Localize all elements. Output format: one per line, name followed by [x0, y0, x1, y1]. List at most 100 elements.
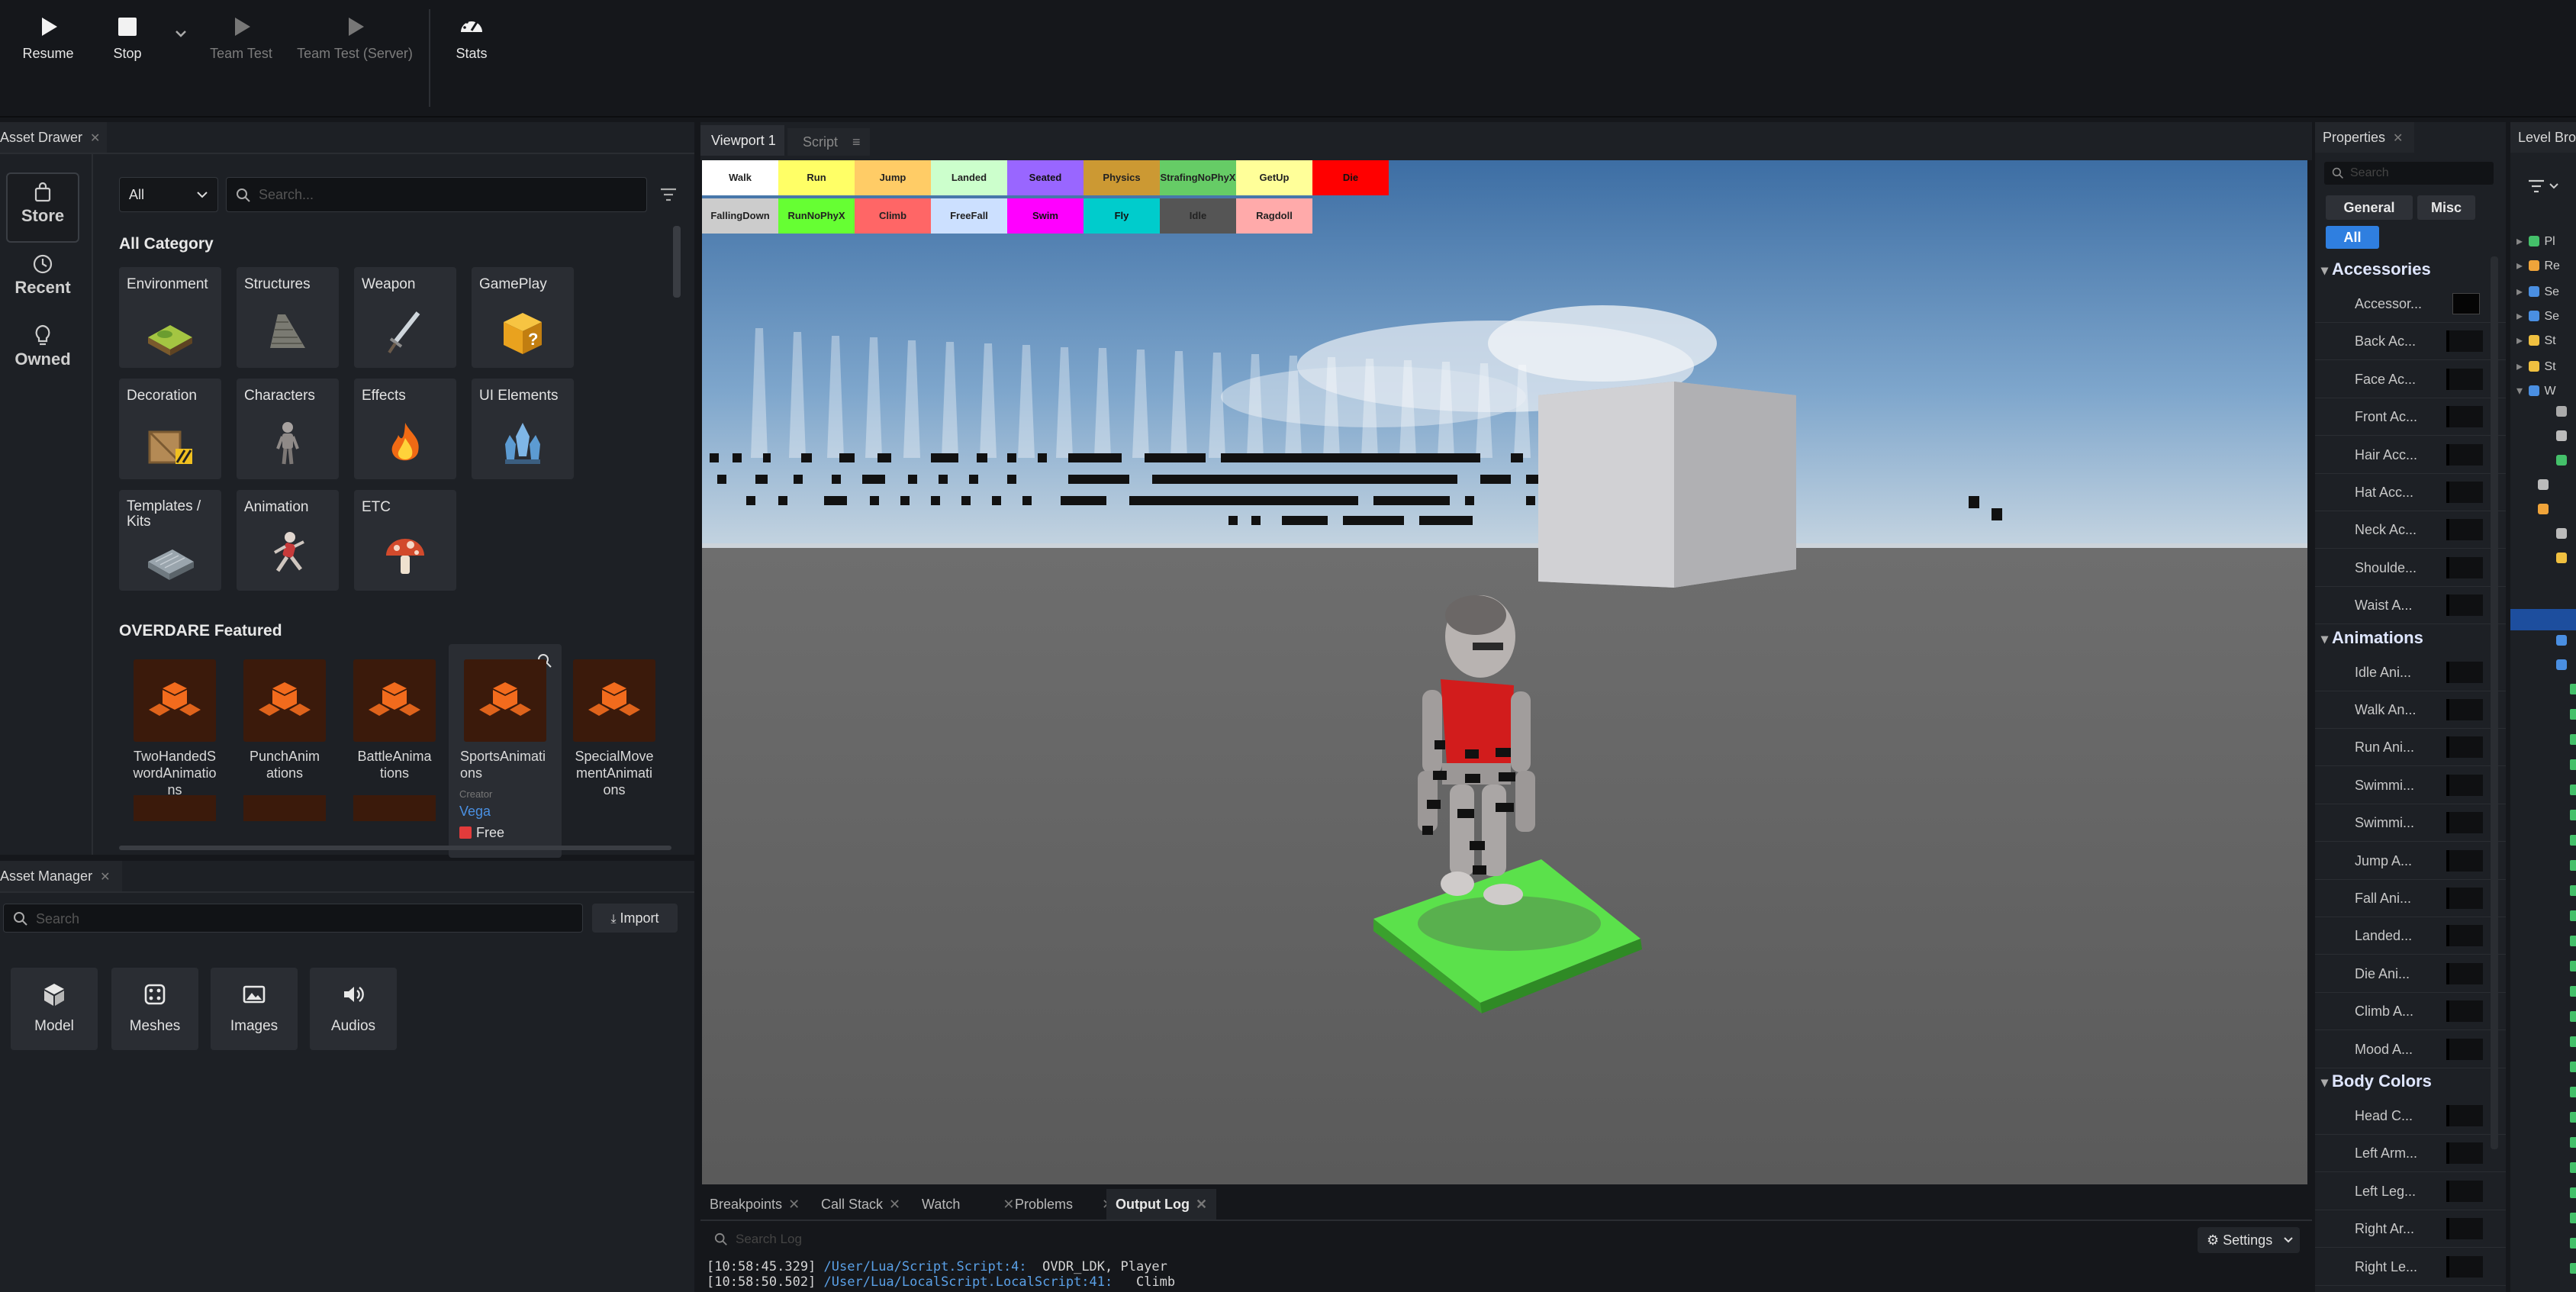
property-row[interactable]: Run Ani...	[2315, 729, 2506, 767]
expand-icon[interactable]: ▾	[2516, 385, 2526, 398]
property-value-field[interactable]	[2446, 594, 2483, 617]
featured-item-partial[interactable]	[243, 795, 326, 821]
property-value-field[interactable]	[2446, 962, 2483, 984]
property-value-field[interactable]	[2446, 1038, 2483, 1060]
tab-viewport-1[interactable]: Viewport 1	[700, 125, 784, 156]
stop-options-dropdown[interactable]	[169, 27, 192, 43]
property-row[interactable]: Climb A...	[2315, 993, 2506, 1031]
anim-button-landed[interactable]: Landed	[931, 160, 1007, 195]
property-row[interactable]: Right Ar...	[2315, 1210, 2506, 1249]
category-structures[interactable]: Structures	[237, 267, 339, 368]
team-test-button[interactable]: Team Test	[204, 14, 278, 62]
category-environment[interactable]: Environment	[119, 267, 221, 368]
property-value-field[interactable]	[2446, 812, 2483, 834]
team-test-server-button[interactable]: Team Test (Server)	[291, 14, 418, 62]
featured-item-hovered[interactable]: SportsAnimations Creator Vega Free	[449, 644, 562, 858]
properties-tab-misc[interactable]: Misc	[2417, 195, 2475, 220]
tree-item[interactable]: ▸ Re	[2516, 258, 2560, 273]
property-row[interactable]: Mood A...	[2315, 1031, 2506, 1068]
property-value-field[interactable]	[2446, 1180, 2483, 1202]
tree-item[interactable]: ▾ W	[2516, 383, 2556, 398]
anim-button-idle[interactable]: Idle	[1160, 198, 1236, 234]
property-value-field[interactable]	[2446, 888, 2483, 909]
category-gameplay[interactable]: GamePlay ?	[472, 267, 574, 368]
tab-script[interactable]: Script ≡	[787, 128, 870, 156]
property-value-field[interactable]	[2446, 661, 2483, 683]
property-section-header[interactable]: ▾ Animations	[2321, 628, 2423, 648]
level-browser-tab[interactable]: Level Bro	[2510, 122, 2576, 153]
category-effects[interactable]: Effects	[354, 379, 456, 479]
property-row[interactable]: Landed...	[2315, 917, 2506, 955]
tree-item[interactable]: ▸ St	[2516, 333, 2556, 348]
property-value-field[interactable]	[2452, 293, 2480, 314]
property-row[interactable]: Swimmi...	[2315, 767, 2506, 804]
property-row[interactable]: Back Ac...	[2315, 323, 2506, 361]
asset-drawer-tab[interactable]: Asset Drawer ✕	[0, 122, 107, 153]
anim-button-run[interactable]: Run	[778, 160, 855, 195]
sidebar-item-store[interactable]: Store	[6, 172, 79, 243]
asset-type-meshes[interactable]: Meshes	[111, 968, 198, 1050]
property-section-header[interactable]: ▾ Body Colors	[2321, 1071, 2432, 1091]
anim-button-fallingdown[interactable]: FallingDown	[702, 198, 778, 234]
category-templates-kits[interactable]: Templates / Kits	[119, 490, 221, 591]
property-row[interactable]: Shoulde...	[2315, 549, 2506, 587]
tree-item[interactable]: ▸ St	[2516, 359, 2556, 374]
log-search-input[interactable]: Search Log	[707, 1226, 2126, 1253]
property-value-field[interactable]	[2446, 736, 2483, 759]
anim-button-runnophyx[interactable]: RunNoPhyX	[778, 198, 855, 234]
asset-manager-tab[interactable]: Asset Manager ✕	[0, 861, 122, 891]
3d-viewport[interactable]: Walk Run Jump Landed Seated Physics StrafingNo…	[702, 160, 2307, 1184]
tab-output-log[interactable]: Output Log ✕	[1106, 1189, 1217, 1220]
tree-item[interactable]: ▸ Se	[2516, 284, 2559, 299]
close-icon[interactable]: ✕	[100, 871, 110, 884]
anim-button-strafingnophyx[interactable]: StrafingNoPhyX	[1160, 160, 1236, 195]
menu-icon[interactable]: ≡	[852, 134, 861, 150]
property-value-field[interactable]	[2446, 774, 2483, 796]
property-row[interactable]: Head C...	[2315, 1097, 2506, 1135]
stop-button[interactable]: Stop	[104, 14, 151, 62]
property-row[interactable]: Hat Acc...	[2315, 474, 2506, 511]
featured-item[interactable]: TwoHandedSwordAnimations	[122, 659, 227, 798]
expand-icon[interactable]: ▸	[2516, 310, 2526, 323]
tree-row-selected[interactable]	[2510, 609, 2576, 630]
property-value-field[interactable]	[2446, 556, 2483, 578]
category-ui-elements[interactable]: UI Elements	[472, 379, 574, 479]
featured-item[interactable]: BattleAnimations	[342, 659, 447, 781]
featured-item[interactable]: SpecialMovementAnimations	[562, 659, 667, 798]
property-row[interactable]: Left Leg...	[2315, 1173, 2506, 1210]
close-icon[interactable]: ✕	[2393, 132, 2403, 145]
property-value-field[interactable]	[2446, 1142, 2483, 1165]
category-etc[interactable]: ETC	[354, 490, 456, 591]
scrollbar-thumb[interactable]	[2491, 256, 2498, 1149]
category-decoration[interactable]: Decoration	[119, 379, 221, 479]
properties-tab[interactable]: Properties ✕	[2315, 122, 2414, 153]
property-value-field[interactable]	[2446, 443, 2483, 466]
property-value-field[interactable]	[2446, 330, 2483, 353]
tab-breakpoints[interactable]: Breakpoints ✕	[710, 1189, 800, 1220]
property-value-field[interactable]	[2446, 1255, 2483, 1278]
featured-item-partial[interactable]	[134, 795, 216, 821]
creator-link[interactable]: Vega	[449, 803, 562, 820]
property-row[interactable]: Face Ac...	[2315, 361, 2506, 398]
property-value-field[interactable]	[2446, 1000, 2483, 1023]
property-value-field[interactable]	[2446, 1218, 2483, 1240]
property-row[interactable]: Swimmi...	[2315, 804, 2506, 843]
import-button[interactable]: ⤓ Import	[592, 904, 678, 933]
properties-search-input[interactable]: Search	[2324, 162, 2494, 185]
property-section-header[interactable]: ▾ Accessories	[2321, 259, 2431, 279]
property-row[interactable]: Fall Ani...	[2315, 880, 2506, 917]
properties-tab-general[interactable]: General	[2326, 195, 2413, 220]
asset-type-model[interactable]: Model	[11, 968, 98, 1050]
expand-icon[interactable]: ▸	[2516, 259, 2526, 272]
filter-dropdown-icon[interactable]	[2527, 177, 2565, 195]
property-value-field[interactable]	[2446, 406, 2483, 428]
property-value-field[interactable]	[2446, 368, 2483, 390]
featured-item-partial[interactable]	[353, 795, 436, 821]
property-value-field[interactable]	[2446, 482, 2483, 503]
anim-button-seated[interactable]: Seated	[1007, 160, 1084, 195]
featured-item[interactable]: PunchAnimations	[232, 659, 337, 781]
anim-button-getup[interactable]: GetUp	[1236, 160, 1312, 195]
anim-button-jump[interactable]: Jump	[855, 160, 931, 195]
property-row[interactable]: Neck Ac...	[2315, 511, 2506, 549]
stats-button[interactable]: Stats	[447, 14, 496, 62]
